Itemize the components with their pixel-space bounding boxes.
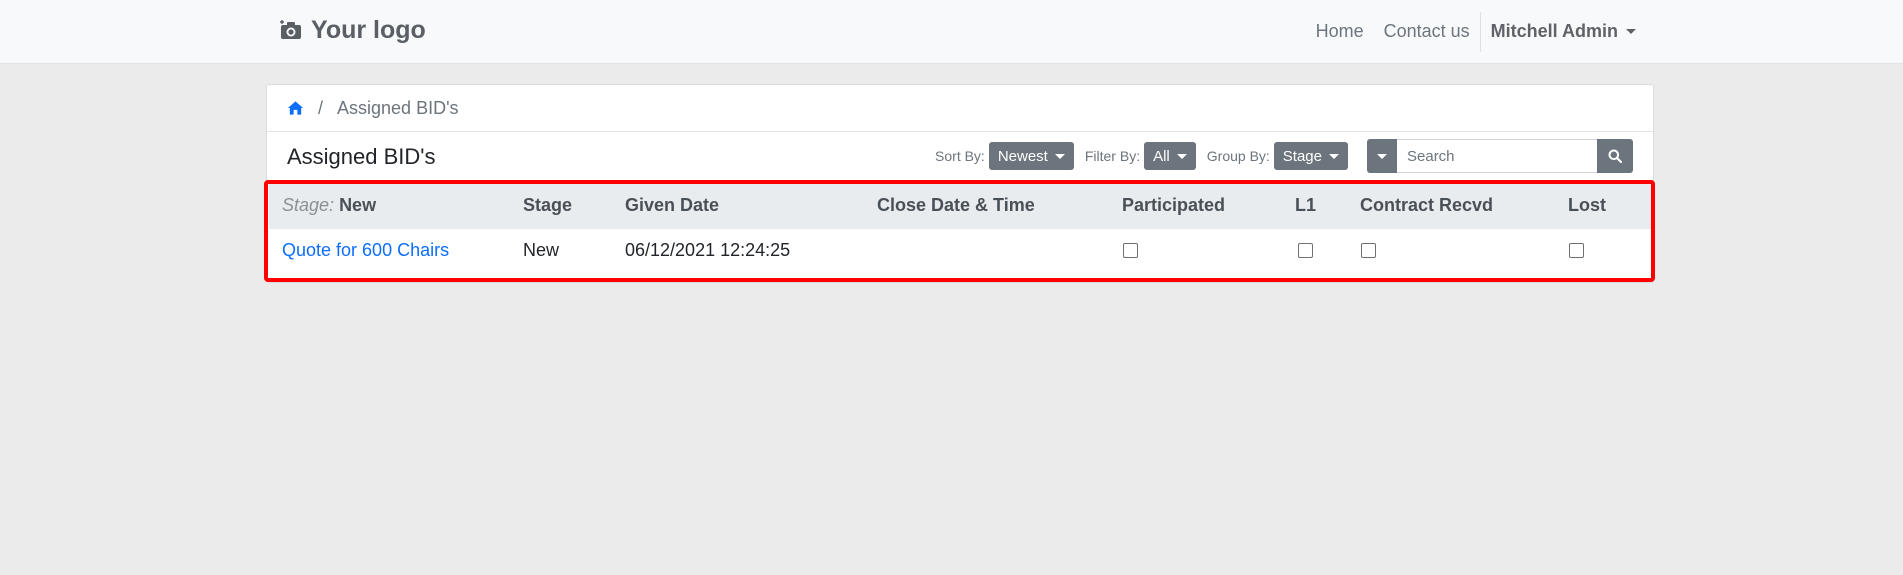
table-row: Quote for 600 Chairs New 06/12/2021 12:2… (269, 229, 1651, 271)
search-icon (1608, 149, 1622, 163)
filter-value: All (1153, 147, 1170, 165)
page-title: Assigned BID's (287, 144, 436, 169)
user-menu-dropdown[interactable]: Mitchell Admin (1481, 21, 1646, 42)
group-name: New (339, 194, 377, 215)
column-header-close-date: Close Date & Time (877, 194, 1035, 215)
chevron-down-icon (1377, 153, 1387, 159)
filter-controls: Sort By: Newest Filter By: All Group By:… (935, 139, 1633, 173)
camera-icon (280, 20, 301, 39)
main-nav: Home Contact us Mitchell Admin (1306, 0, 1646, 63)
chevron-down-icon (1054, 153, 1065, 159)
search-button[interactable] (1597, 139, 1633, 173)
contract-recvd-checkbox[interactable] (1361, 243, 1376, 259)
search-options-toggle[interactable] (1367, 139, 1397, 173)
row-given-date: 06/12/2021 12:24:25 (625, 239, 791, 260)
list-toolbar: Assigned BID's Sort By: Newest Filter By… (267, 132, 1653, 181)
filter-dropdown[interactable]: All (1144, 142, 1196, 170)
sort-label: Sort By: (935, 148, 985, 164)
sort-dropdown[interactable]: Newest (988, 142, 1074, 170)
group-header: Stage: New (269, 181, 523, 229)
breadcrumb-separator: / (318, 97, 324, 118)
bids-card: / Assigned BID's Assigned BID's Sort By:… (266, 84, 1654, 283)
row-stage: New (523, 239, 560, 260)
chevron-down-icon (1329, 153, 1339, 159)
site-logo[interactable]: Your logo (279, 14, 426, 46)
lost-checkbox[interactable] (1569, 243, 1584, 259)
column-header-lost: Lost (1568, 194, 1606, 215)
chevron-down-icon (1176, 153, 1187, 159)
bid-link[interactable]: Quote for 600 Chairs (282, 240, 449, 260)
user-name: Mitchell Admin (1490, 21, 1618, 41)
breadcrumb: / Assigned BID's (267, 85, 1653, 132)
column-header-l1: L1 (1295, 194, 1317, 215)
row-close-date (877, 229, 1122, 271)
search-group (1367, 139, 1633, 173)
sort-value: Newest (997, 147, 1048, 165)
table-header-row: Stage: New Stage Given Date Close Date &… (269, 181, 1651, 229)
bids-table-container: Stage: New Stage Given Date Close Date &… (269, 181, 1651, 271)
logo-text: Your logo (311, 15, 426, 44)
breadcrumb-current: Assigned BID's (337, 97, 459, 118)
group-value: Stage (1282, 147, 1322, 165)
group-dropdown[interactable]: Stage (1273, 142, 1348, 170)
filter-label: Filter By: (1084, 148, 1141, 164)
search-input[interactable] (1397, 139, 1597, 173)
nav-contact-link[interactable]: Contact us (1374, 21, 1480, 42)
top-navbar: Your logo Home Contact us Mitchell Admin (0, 0, 1903, 64)
l1-checkbox[interactable] (1298, 243, 1313, 259)
participated-checkbox[interactable] (1123, 243, 1138, 259)
home-icon[interactable] (287, 100, 304, 116)
column-header-contract: Contract Recvd (1360, 194, 1494, 215)
bids-table: Stage: New Stage Given Date Close Date &… (269, 181, 1651, 271)
chevron-down-icon (1626, 29, 1636, 34)
nav-home-link[interactable]: Home (1306, 21, 1374, 42)
group-label: Group By: (1206, 148, 1270, 164)
column-header-participated: Participated (1122, 194, 1226, 215)
column-header-stage: Stage (523, 194, 573, 215)
group-prefix: Stage: (282, 194, 335, 215)
column-header-given-date: Given Date (625, 194, 720, 215)
